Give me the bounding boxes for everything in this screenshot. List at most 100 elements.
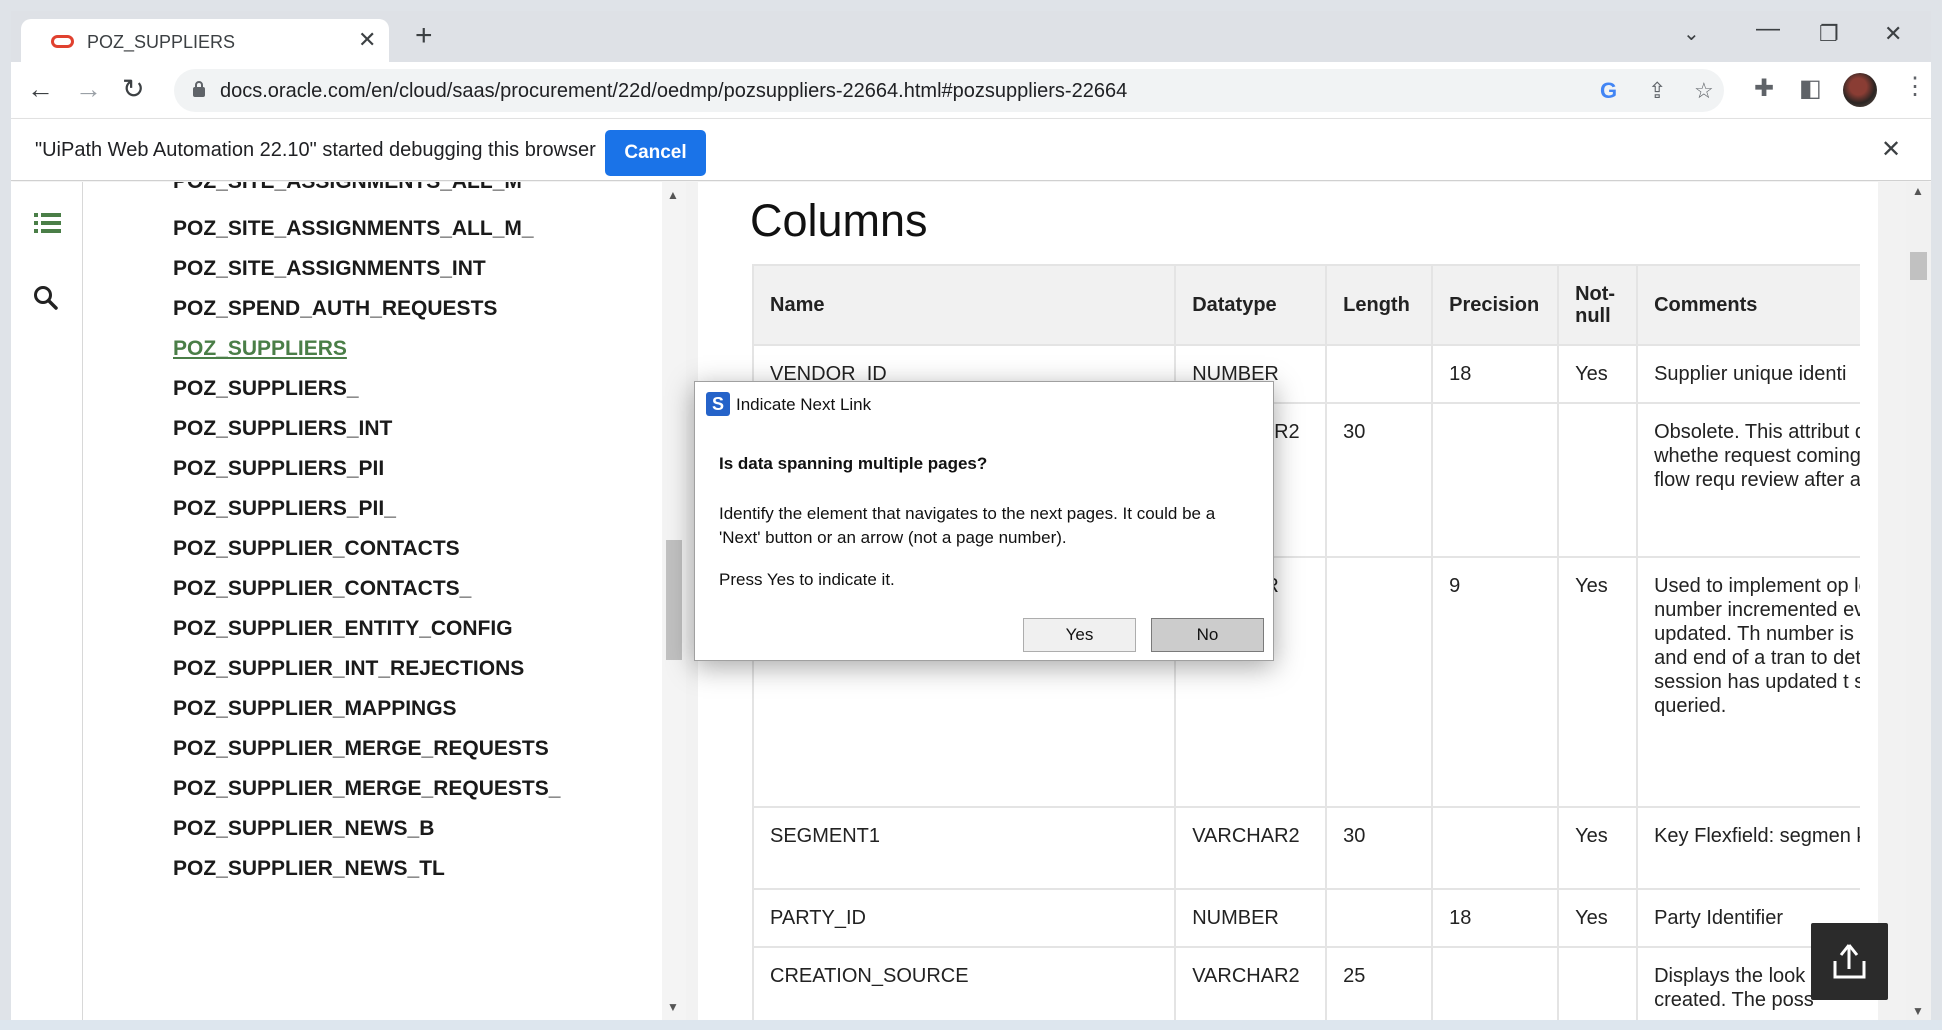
- browser-tab[interactable]: POZ_SUPPLIERS ✕: [21, 19, 389, 62]
- column-header: Precision: [1431, 264, 1560, 346]
- table-cell: [1325, 556, 1434, 808]
- extensions-icon[interactable]: ✚: [1754, 74, 1774, 103]
- column-header: Name: [752, 264, 1177, 346]
- table-cell: Yes: [1557, 556, 1639, 808]
- bookmark-star-icon[interactable]: ☆: [1694, 78, 1714, 104]
- share-page-icon[interactable]: ⇪: [1648, 78, 1666, 104]
- lock-icon: [193, 81, 205, 97]
- screen: POZ_SUPPLIERS ✕ + ⌄ — ❐ ✕ ← → ↻ docs.ora…: [0, 0, 1942, 1030]
- column-header: Comments: [1636, 264, 1860, 346]
- left-rail: [11, 182, 83, 1020]
- sidebar-item[interactable]: POZ_SUPPLIERS_PII: [173, 457, 384, 481]
- page-scroll-thumb[interactable]: [1910, 252, 1927, 280]
- address-bar[interactable]: docs.oracle.com/en/cloud/saas/procuremen…: [174, 69, 1724, 112]
- table-cell: [1325, 888, 1434, 948]
- sidebar-item[interactable]: POZ_SUPPLIER_NEWS_TL: [173, 857, 445, 881]
- scroll-up-icon[interactable]: ▲: [667, 188, 679, 202]
- table-cell: NUMBER: [1174, 888, 1328, 948]
- new-tab-button[interactable]: +: [415, 21, 433, 51]
- sidebar-item[interactable]: POZ_SUPPLIER_CONTACTS: [173, 537, 460, 561]
- browser-toolbar: ← → ↻ docs.oracle.com/en/cloud/saas/proc…: [11, 62, 1931, 119]
- oracle-favicon-icon: [51, 35, 74, 48]
- profile-avatar[interactable]: [1843, 73, 1877, 107]
- page-title: Columns: [750, 195, 928, 246]
- scroll-down-icon[interactable]: ▼: [1912, 1004, 1924, 1018]
- infobar-close-icon[interactable]: ✕: [1881, 135, 1901, 164]
- page-scrollbar[interactable]: ▲ ▼: [1906, 182, 1931, 1020]
- column-header: Not-null: [1557, 264, 1639, 346]
- sidebar-item[interactable]: POZ_SITE_ASSIGNMENTS_ALL_M_: [173, 217, 534, 241]
- table-cell: Yes: [1557, 806, 1639, 890]
- table-row: CREATION_SOURCE VARCHAR2 25 Displays the…: [752, 946, 1860, 1020]
- side-panel-icon[interactable]: ◧: [1799, 74, 1822, 103]
- menu-dots-icon[interactable]: ⋮: [1903, 72, 1927, 101]
- table-cell: PARTY_ID: [752, 888, 1177, 948]
- sidebar-scroll-thumb[interactable]: [666, 540, 682, 660]
- scroll-down-icon[interactable]: ▼: [667, 1000, 679, 1014]
- table-cell: SEGMENT1: [752, 806, 1177, 890]
- sidebar-scrollbar[interactable]: ▲ ▼: [662, 182, 686, 1020]
- table-row: SEGMENT1 VARCHAR2 30 Yes Key Flexfield: …: [752, 806, 1860, 890]
- table-cell: [1325, 344, 1434, 404]
- tab-close-icon[interactable]: ✕: [358, 27, 376, 53]
- share-icon: [1833, 944, 1866, 979]
- table-cell: 18: [1431, 888, 1560, 948]
- google-translate-icon[interactable]: G: [1600, 78, 1617, 104]
- table-list-sidebar: POZ_SITE_ASSIGNMENTS_ALL_M POZ_SITE_ASSI…: [83, 182, 662, 1020]
- sidebar-item[interactable]: POZ_SUPPLIER_CONTACTS_: [173, 577, 471, 601]
- table-cell: Used to implement op locking. This numbe…: [1636, 556, 1860, 808]
- table-cell: Obsolete. This attribut data to denote w…: [1636, 402, 1860, 558]
- sidebar-item[interactable]: POZ_SUPPLIER_NEWS_B: [173, 817, 434, 841]
- dialog-body: Identify the element that navigates to t…: [719, 504, 1216, 547]
- sidebar-item[interactable]: POZ_SITE_ASSIGNMENTS_ALL_M: [173, 182, 522, 194]
- table-cell: [1557, 946, 1639, 1020]
- window-close-icon[interactable]: ✕: [1884, 21, 1902, 47]
- table-cell: 30: [1325, 402, 1434, 558]
- dialog-instruction: Press Yes to indicate it.: [719, 570, 895, 589]
- minimize-icon[interactable]: —: [1756, 15, 1780, 43]
- sidebar-item[interactable]: POZ_SITE_ASSIGNMENTS_INT: [173, 257, 486, 281]
- sidebar-item[interactable]: POZ_SPEND_AUTH_REQUESTS: [173, 297, 497, 321]
- tab-strip: POZ_SUPPLIERS ✕ + ⌄ — ❐ ✕: [11, 11, 1931, 62]
- uipath-studio-icon: S: [706, 392, 730, 416]
- tab-search-chevron-icon[interactable]: ⌄: [1683, 21, 1700, 46]
- table-cell: [1557, 402, 1639, 558]
- sidebar-item[interactable]: POZ_SUPPLIER_MERGE_REQUESTS_: [173, 777, 560, 801]
- column-header: Length: [1325, 264, 1434, 346]
- debug-infobar: "UiPath Web Automation 22.10" started de…: [11, 119, 1931, 181]
- table-of-contents-icon[interactable]: [34, 212, 62, 234]
- yes-button[interactable]: Yes: [1023, 618, 1136, 652]
- table-cell: 18: [1431, 344, 1560, 404]
- search-icon[interactable]: [33, 285, 59, 311]
- scroll-up-icon[interactable]: ▲: [1912, 184, 1924, 198]
- table-cell: 9: [1431, 556, 1560, 808]
- column-header: Datatype: [1174, 264, 1328, 346]
- indicate-next-link-dialog: S Indicate Next Link Is data spanning mu…: [694, 381, 1274, 661]
- restore-icon[interactable]: ❐: [1819, 21, 1839, 47]
- browser-window: POZ_SUPPLIERS ✕ + ⌄ — ❐ ✕ ← → ↻ docs.ora…: [11, 11, 1931, 1020]
- table-cell: Yes: [1557, 344, 1639, 404]
- table-cell: VARCHAR2: [1174, 946, 1328, 1020]
- table-cell: Yes: [1557, 888, 1639, 948]
- tab-title: POZ_SUPPLIERS: [87, 32, 236, 52]
- table-cell: VARCHAR2: [1174, 806, 1328, 890]
- no-button[interactable]: No: [1151, 618, 1264, 652]
- share-feedback-button[interactable]: [1811, 923, 1888, 1000]
- reload-icon[interactable]: ↻: [122, 74, 145, 105]
- back-icon[interactable]: ←: [27, 74, 54, 105]
- cancel-debug-button[interactable]: Cancel: [605, 130, 706, 176]
- table-cell: Key Flexfield: segmen key flexfield.: [1636, 806, 1860, 890]
- table-cell: 30: [1325, 806, 1434, 890]
- forward-icon[interactable]: →: [75, 74, 102, 105]
- sidebar-item[interactable]: POZ_SUPPLIER_MERGE_REQUESTS: [173, 737, 549, 761]
- table-cell: [1431, 402, 1560, 558]
- sidebar-item-active[interactable]: POZ_SUPPLIERS: [173, 337, 347, 361]
- dialog-title: Indicate Next Link: [736, 395, 872, 414]
- sidebar-item[interactable]: POZ_SUPPLIER_INT_REJECTIONS: [173, 657, 524, 681]
- sidebar-item[interactable]: POZ_SUPPLIERS_: [173, 377, 359, 401]
- sidebar-item[interactable]: POZ_SUPPLIERS_INT: [173, 417, 392, 441]
- sidebar-item[interactable]: POZ_SUPPLIER_ENTITY_CONFIG: [173, 617, 513, 641]
- table-cell: CREATION_SOURCE: [752, 946, 1177, 1020]
- sidebar-item[interactable]: POZ_SUPPLIER_MAPPINGS: [173, 697, 457, 721]
- sidebar-item[interactable]: POZ_SUPPLIERS_PII_: [173, 497, 396, 521]
